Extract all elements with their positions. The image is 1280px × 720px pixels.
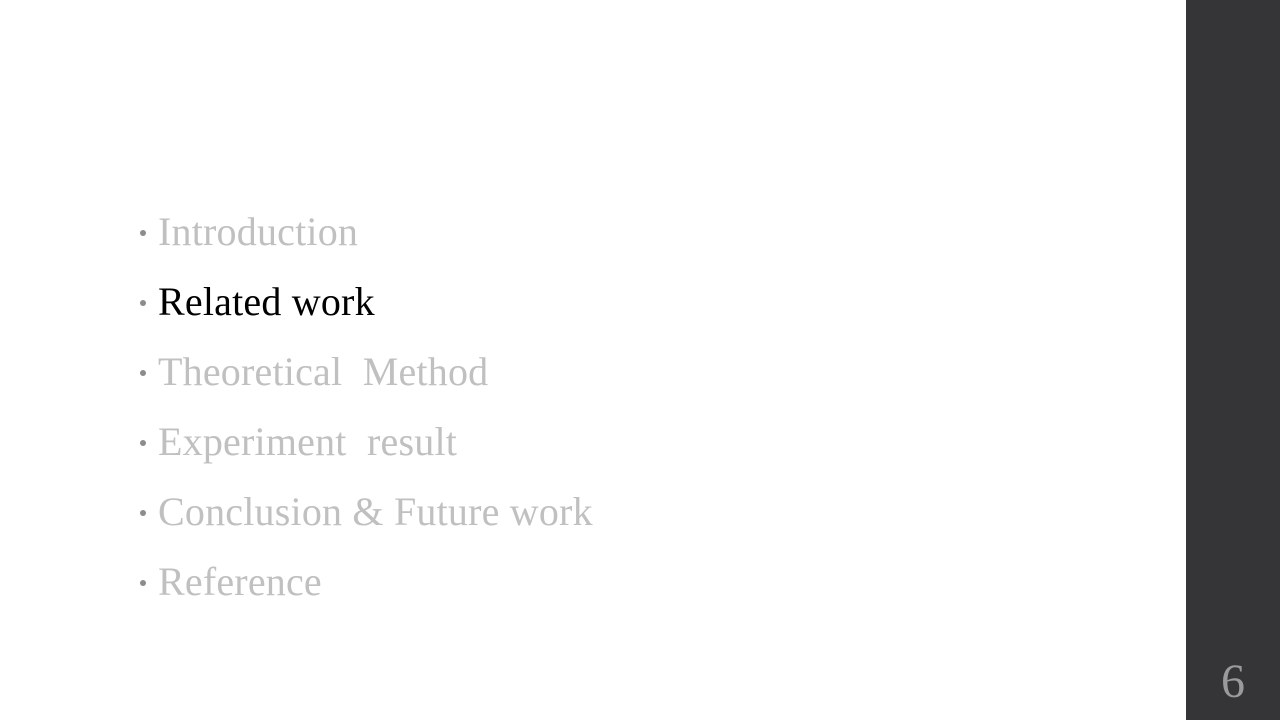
bullet-icon [140, 230, 146, 236]
agenda-item-label: Conclusion & Future work [158, 488, 593, 534]
agenda-item-related-work: Related work [140, 266, 593, 336]
agenda-item-label: Related work [158, 278, 375, 324]
agenda-item-label: Experiment result [158, 418, 458, 464]
agenda-item-introduction: Introduction [140, 196, 593, 266]
agenda-item-label: Introduction [158, 208, 359, 254]
bullet-icon [140, 300, 146, 306]
sidebar-panel [1186, 0, 1280, 720]
agenda-item-label: Theoretical Method [158, 348, 489, 394]
agenda-item-reference: Reference [140, 546, 593, 616]
bullet-icon [140, 440, 146, 446]
agenda-item-theoretical-method: Theoretical Method [140, 336, 593, 406]
agenda-item-experiment-result: Experiment result [140, 406, 593, 476]
bullet-icon [140, 510, 146, 516]
agenda-item-conclusion-future-work: Conclusion & Future work [140, 476, 593, 546]
bullet-icon [140, 580, 146, 586]
agenda-list: Introduction Related work Theoretical Me… [140, 196, 593, 616]
bullet-icon [140, 370, 146, 376]
slide: Introduction Related work Theoretical Me… [0, 0, 1280, 720]
agenda-item-label: Reference [158, 558, 322, 604]
page-number: 6 [1221, 655, 1245, 708]
